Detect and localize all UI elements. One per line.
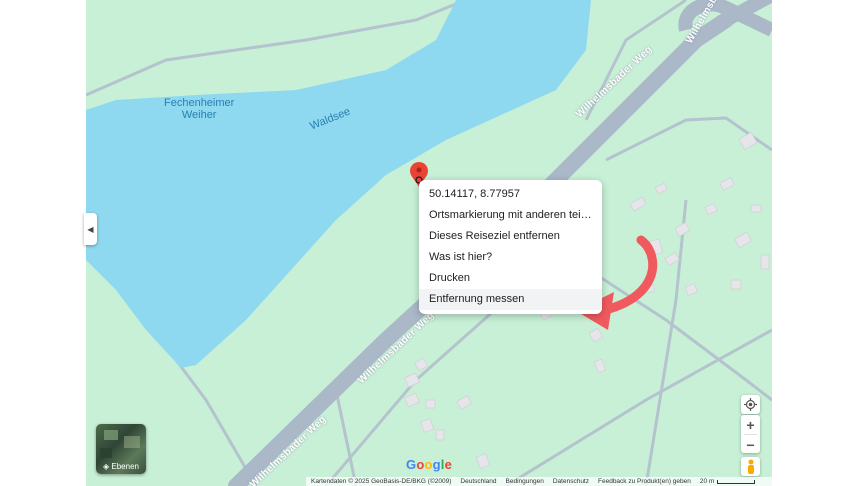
layers-label: Ebenen bbox=[111, 462, 139, 471]
menu-item-whats-here[interactable]: Was ist hier? bbox=[419, 247, 602, 268]
zoom-controls: + − bbox=[741, 415, 760, 453]
terms-link[interactable]: Bedingungen bbox=[506, 478, 544, 485]
map-footer: Kartendaten © 2025 GeoBasis-DE/BKG (©200… bbox=[306, 477, 772, 486]
layers-stack-icon: ◈ bbox=[103, 462, 110, 471]
pond-label-line1: Fechenheimer bbox=[164, 97, 235, 109]
google-logo-letter: o bbox=[424, 457, 433, 472]
layers-label-row: ◈ Ebenen bbox=[96, 462, 146, 471]
chevron-left-icon: ◀ bbox=[87, 224, 94, 234]
google-logo-letter: G bbox=[406, 457, 417, 472]
street-view-pegman-icon bbox=[747, 459, 754, 474]
collapse-panel-button[interactable]: ◀ bbox=[84, 213, 97, 245]
feedback-link[interactable]: Feedback zu Produkt(en) geben bbox=[598, 478, 691, 485]
zoom-out-button[interactable]: − bbox=[741, 435, 760, 454]
region-link[interactable]: Deutschland bbox=[460, 478, 496, 485]
pond-label: Fechenheimer Weiher bbox=[164, 97, 234, 121]
pond-label-line2: Weiher bbox=[181, 109, 217, 121]
google-logo-letter: e bbox=[444, 457, 453, 472]
map-attribution: Kartendaten © 2025 GeoBasis-DE/BKG (©200… bbox=[311, 478, 452, 485]
menu-item-remove-destination[interactable]: Dieses Reiseziel entfernen bbox=[419, 226, 602, 247]
zoom-in-button[interactable]: + bbox=[741, 415, 760, 434]
menu-item-coordinates[interactable]: 50.14117, 8.77957 bbox=[419, 184, 602, 205]
google-logo: Google bbox=[406, 457, 452, 472]
google-logo-letter: g bbox=[432, 457, 441, 472]
context-menu: 50.14117, 8.77957 Ortsmarkierung mit and… bbox=[419, 180, 602, 314]
menu-item-measure-distance[interactable]: Entfernung messen bbox=[419, 289, 602, 310]
menu-item-print[interactable]: Drucken bbox=[419, 268, 602, 289]
scale-bar bbox=[717, 479, 756, 484]
my-location-button[interactable] bbox=[741, 395, 760, 414]
privacy-link[interactable]: Datenschutz bbox=[553, 478, 589, 485]
menu-item-share-location[interactable]: Ortsmarkierung mit anderen teilen bbox=[419, 205, 602, 226]
scale-label: 20 m bbox=[699, 478, 715, 485]
layers-button[interactable]: ◈ Ebenen bbox=[96, 424, 146, 474]
street-view-button[interactable] bbox=[741, 457, 760, 476]
my-location-icon bbox=[744, 398, 757, 411]
scale-control[interactable]: 20 m bbox=[699, 478, 756, 485]
